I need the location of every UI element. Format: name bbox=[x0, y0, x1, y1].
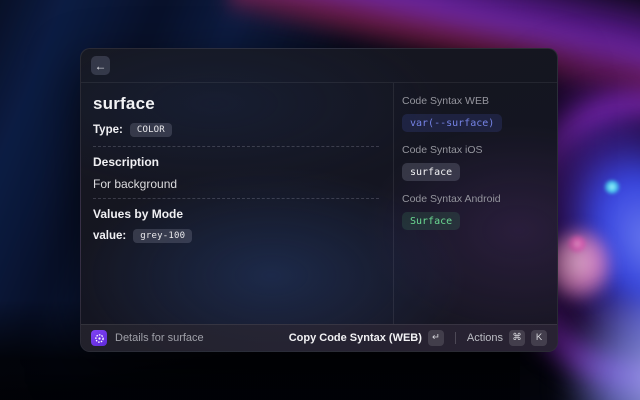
type-label: Type: bbox=[93, 124, 123, 136]
metadata-item: Code Syntax Android Surface bbox=[402, 193, 547, 242]
copy-code-syntax-button[interactable]: Copy Code Syntax (WEB) ↵ bbox=[289, 330, 444, 346]
wallpaper-periwinkle-glow bbox=[545, 300, 640, 400]
command-key-icon: ⌘ bbox=[509, 330, 525, 346]
back-button[interactable]: ← bbox=[91, 56, 110, 75]
metadata-label: Code Syntax iOS bbox=[402, 144, 483, 156]
detail-main-column: surface Type: COLOR Description For back… bbox=[81, 83, 393, 324]
footer-divider bbox=[454, 332, 456, 344]
divider bbox=[93, 198, 379, 199]
code-syntax-android-badge: Surface bbox=[402, 212, 461, 230]
page-title: surface bbox=[93, 94, 155, 113]
wallpaper-cyan-dot bbox=[604, 180, 620, 194]
divider bbox=[93, 146, 379, 147]
type-row: Type: COLOR bbox=[93, 123, 379, 137]
description-heading: Description bbox=[93, 155, 160, 169]
enter-key-icon: ↵ bbox=[427, 330, 444, 346]
extension-target-icon bbox=[91, 330, 107, 346]
action-bar: Details for surface Copy Code Syntax (WE… bbox=[81, 324, 557, 351]
code-syntax-ios-badge: surface bbox=[402, 163, 461, 181]
back-arrow-icon: ← bbox=[94, 58, 107, 73]
window-body: surface Type: COLOR Description For back… bbox=[81, 83, 557, 324]
wallpaper-magenta-dot bbox=[568, 236, 586, 252]
values-by-mode-heading: Values by Mode bbox=[93, 207, 184, 221]
raycast-detail-window: ← surface Type: COLOR Description For ba… bbox=[80, 48, 558, 352]
copy-code-syntax-label: Copy Code Syntax (WEB) bbox=[288, 332, 422, 344]
status-text: Details for surface bbox=[115, 332, 204, 344]
code-syntax-web-badge: var(--surface) bbox=[402, 114, 503, 132]
actions-menu-button[interactable]: Actions ⌘ K bbox=[467, 330, 547, 346]
metadata-label: Code Syntax WEB bbox=[402, 95, 489, 107]
metadata-label: Code Syntax Android bbox=[402, 193, 501, 205]
target-icon bbox=[94, 333, 104, 343]
value-row: value: grey-100 bbox=[93, 229, 379, 243]
actions-label: Actions bbox=[466, 332, 503, 344]
metadata-item: Code Syntax WEB var(--surface) bbox=[402, 95, 547, 144]
value-label: value: bbox=[93, 230, 127, 242]
metadata-item: Code Syntax iOS surface bbox=[402, 144, 547, 193]
value-badge: grey-100 bbox=[133, 229, 193, 243]
metadata-panel: Code Syntax WEB var(--surface) Code Synt… bbox=[394, 83, 557, 324]
window-header: ← bbox=[81, 49, 557, 83]
description-text: For background bbox=[93, 177, 178, 191]
k-key-icon: K bbox=[531, 330, 547, 346]
type-badge: COLOR bbox=[129, 123, 172, 137]
